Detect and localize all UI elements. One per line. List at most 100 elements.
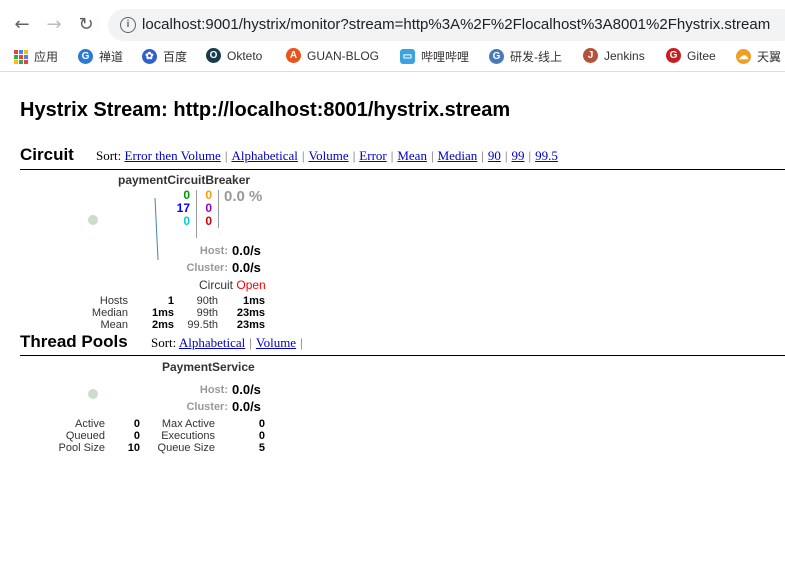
- url-text[interactable]: localhost:9001/hystrix/monitor?stream=ht…: [142, 16, 770, 33]
- cluster-label: Cluster:: [186, 262, 228, 274]
- sort-mean[interactable]: Mean: [397, 148, 427, 163]
- bookmark-label: Gitee: [687, 48, 716, 63]
- circuit-status-label: Circuit Open: [199, 278, 266, 292]
- bookmark-baidu[interactable]: ✿ 百度: [142, 48, 187, 65]
- sort-label: Sort:: [151, 335, 177, 350]
- bookmark-label: 哔哩哔哩: [421, 50, 470, 64]
- host-rate: 0.0/s: [232, 243, 261, 258]
- sort-alphabetical[interactable]: Alphabetical: [179, 335, 245, 350]
- bookmark-okteto[interactable]: O Okteto: [206, 48, 262, 63]
- back-arrow-icon[interactable]: ←: [10, 13, 34, 37]
- zentao-icon: G: [78, 49, 93, 64]
- bookmark-label: 天翼: [757, 50, 782, 64]
- cluster-rate: 0.0/s: [232, 260, 261, 275]
- divider: [218, 190, 219, 228]
- bad-request-count: 0: [183, 214, 190, 228]
- page-title: Hystrix Stream: http://localhost:8001/hy…: [20, 99, 511, 121]
- bookmark-dev-online[interactable]: G 研发-线上: [489, 48, 562, 65]
- jenkins-icon: J: [583, 48, 598, 63]
- circuit-sort-bar: Sort: Error then Volume | Alphabetical | Vol…: [96, 148, 558, 163]
- host-rate: 0.0/s: [232, 382, 261, 397]
- error-percentage: 0.0 %: [224, 188, 263, 205]
- cloud-icon: ☁: [736, 49, 751, 64]
- baidu-paw-icon: ✿: [142, 49, 157, 64]
- queue-size-label: Queue Size: [157, 442, 215, 454]
- circuit-section-header: Circuit Sort: Error then Volume | Alphabet…: [20, 143, 785, 170]
- address-bar[interactable]: i localhost:9001/hystrix/monitor?stream=…: [108, 9, 785, 41]
- rejected-count: 0: [205, 201, 212, 215]
- bookmark-jenkins[interactable]: J Jenkins: [583, 48, 645, 63]
- forward-arrow-icon[interactable]: →: [42, 13, 66, 37]
- max-active-label: Max Active: [161, 418, 215, 430]
- sort-error-then-volume[interactable]: Error then Volume: [125, 148, 221, 163]
- sort-alphabetical[interactable]: Alphabetical: [231, 148, 297, 163]
- bookmark-guan-blog[interactable]: A GUAN-BLOG: [286, 48, 379, 63]
- p90-label: 90th: [196, 295, 218, 307]
- active-value: 0: [133, 418, 140, 430]
- hosts-label: Hosts: [99, 295, 128, 307]
- okteto-icon: O: [206, 48, 221, 63]
- queued-value: 0: [133, 430, 140, 442]
- guan-blog-icon: A: [286, 48, 301, 63]
- bilibili-icon: ▭: [400, 49, 415, 64]
- bookmark-label: 百度: [163, 50, 188, 64]
- hosts-value: 1: [167, 295, 174, 307]
- pool-size-value: 10: [127, 442, 140, 454]
- bookmark-bilibili[interactable]: ▭ 哔哩哔哩: [400, 48, 469, 65]
- cluster-label: Cluster:: [186, 401, 228, 413]
- info-icon[interactable]: i: [120, 17, 136, 33]
- sort-label: Sort:: [96, 148, 122, 163]
- median-label: Median: [91, 307, 128, 319]
- queue-size-value: 5: [258, 442, 265, 454]
- thread-pools-section-header: Thread Pools Sort: Alphabetical | Volume |: [20, 330, 785, 356]
- active-label: Active: [75, 418, 105, 430]
- bookmark-tianyi[interactable]: ☁ 天翼: [736, 48, 781, 65]
- host-label: Host:: [199, 384, 228, 396]
- p90-value: 1ms: [242, 295, 265, 307]
- bookmark-gitee[interactable]: G Gitee: [666, 48, 716, 63]
- bookmark-label: GUAN-BLOG: [307, 48, 380, 63]
- max-active-value: 0: [258, 418, 265, 430]
- bookmark-label: 禅道: [99, 50, 124, 64]
- thread-pools-title: Thread Pools: [20, 332, 128, 351]
- sort-99[interactable]: 99: [512, 148, 525, 163]
- sort-volume[interactable]: Volume: [256, 335, 296, 350]
- sort-99-5[interactable]: 99.5: [535, 148, 558, 163]
- host-label: Host:: [199, 245, 228, 257]
- bookmark-label: Okteto: [227, 48, 263, 63]
- bookmark-apps[interactable]: 应用: [14, 48, 58, 65]
- median-value: 1ms: [151, 307, 174, 319]
- circuit-label: Circuit: [199, 278, 234, 292]
- browser-toolbar: ← → ↻ i localhost:9001/hystrix/monitor?s…: [0, 0, 785, 50]
- health-circle: [88, 215, 98, 225]
- health-circle: [88, 389, 98, 399]
- sort-volume[interactable]: Volume: [308, 148, 348, 163]
- circuit-breaker-name: paymentCircuitBreaker: [118, 173, 251, 187]
- sort-90[interactable]: 90: [488, 148, 501, 163]
- apps-grid-icon: [14, 49, 28, 64]
- queued-label: Queued: [65, 430, 105, 442]
- p99-value: 23ms: [236, 307, 265, 319]
- divider: [196, 190, 197, 238]
- reload-icon[interactable]: ↻: [74, 13, 98, 37]
- pool-size-label: Pool Size: [58, 442, 105, 454]
- failure-count: 0: [205, 214, 212, 228]
- bookmark-label: Jenkins: [604, 48, 645, 63]
- timeout-count: 0: [205, 188, 212, 202]
- sort-median[interactable]: Median: [438, 148, 478, 163]
- gitee-icon: G: [666, 48, 681, 63]
- sort-error[interactable]: Error: [359, 148, 386, 163]
- cluster-rate: 0.0/s: [232, 399, 261, 414]
- executions-label: Executions: [161, 430, 215, 442]
- short-circuited-count: 17: [176, 201, 190, 215]
- executions-value: 0: [258, 430, 265, 442]
- thread-pools-sort-bar: Sort: Alphabetical | Volume |: [151, 335, 303, 350]
- dev-online-icon: G: [489, 49, 504, 64]
- p99-label: 99th: [196, 307, 218, 319]
- bookmark-label: 研发-线上: [510, 50, 562, 64]
- bookmarks-bar: 应用 G 禅道 ✿ 百度 O Okteto A GUAN-BLOG ▭ 哔哩哔哩…: [0, 44, 785, 72]
- bookmark-label: 应用: [34, 50, 59, 64]
- bookmark-zentao[interactable]: G 禅道: [78, 48, 123, 65]
- circuit-title: Circuit: [20, 145, 74, 164]
- success-count: 0: [183, 188, 190, 202]
